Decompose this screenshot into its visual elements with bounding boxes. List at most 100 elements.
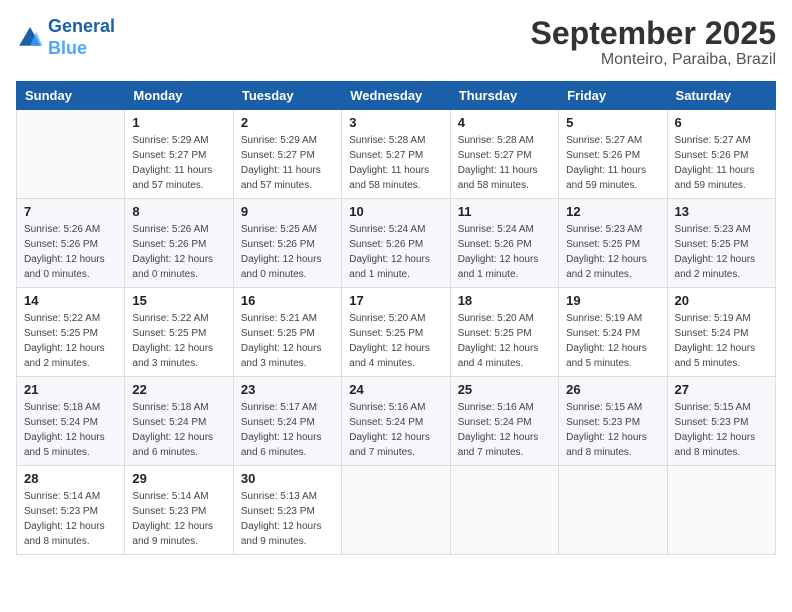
day-info: Sunrise: 5:23 AM Sunset: 5:25 PM Dayligh… bbox=[675, 222, 768, 282]
calendar-cell: 28Sunrise: 5:14 AM Sunset: 5:23 PM Dayli… bbox=[17, 466, 125, 555]
calendar-cell: 25 Sunrise: 5:16 AM Sunset: 5:24 PM Dayli… bbox=[450, 377, 558, 466]
day-info: Sunrise: 5:20 AM Sunset: 5:25 PM Dayligh… bbox=[349, 311, 442, 371]
logo-text: General Blue bbox=[48, 16, 115, 59]
day-info: Sunrise: 5:15 AM Sunset: 5:23 PM Dayligh… bbox=[566, 400, 659, 460]
day-info: Sunrise: 5:26 AM Sunset: 5:26 PM Dayligh… bbox=[132, 222, 225, 282]
logo-icon bbox=[16, 24, 44, 52]
day-number: 29 bbox=[132, 471, 225, 486]
weekday-header-tuesday: Tuesday bbox=[233, 82, 341, 110]
day-info: Sunrise: 5:26 AM Sunset: 5:26 PM Dayligh… bbox=[24, 222, 117, 282]
week-row-3: 14 Sunrise: 5:22 AM Sunset: 5:25 PM Dayli… bbox=[17, 288, 776, 377]
calendar-cell: 15Sunrise: 5:22 AM Sunset: 5:25 PM Dayli… bbox=[125, 288, 233, 377]
day-number: 19 bbox=[566, 293, 659, 308]
calendar-cell: 29Sunrise: 5:14 AM Sunset: 5:23 PM Dayli… bbox=[125, 466, 233, 555]
calendar-cell: 9 Sunrise: 5:25 AM Sunset: 5:26 PM Daylig… bbox=[233, 199, 341, 288]
calendar-cell: 10 Sunrise: 5:24 AM Sunset: 5:26 PM Dayli… bbox=[342, 199, 450, 288]
day-number: 1 bbox=[132, 115, 225, 130]
calendar-cell bbox=[342, 466, 450, 555]
logo-line1: General bbox=[48, 16, 115, 36]
weekday-header-sunday: Sunday bbox=[17, 82, 125, 110]
calendar-cell: 3 Sunrise: 5:28 AM Sunset: 5:27 PM Daylig… bbox=[342, 110, 450, 199]
day-number: 23 bbox=[241, 382, 334, 397]
weekday-header-saturday: Saturday bbox=[667, 82, 775, 110]
day-number: 30 bbox=[241, 471, 334, 486]
day-info: Sunrise: 5:16 AM Sunset: 5:24 PM Dayligh… bbox=[349, 400, 442, 460]
calendar-cell: 11Sunrise: 5:24 AM Sunset: 5:26 PM Dayli… bbox=[450, 199, 558, 288]
calendar-cell: 22 Sunrise: 5:18 AM Sunset: 5:24 PM Dayli… bbox=[125, 377, 233, 466]
day-info: Sunrise: 5:24 AM Sunset: 5:26 PM Dayligh… bbox=[349, 222, 442, 282]
day-number: 3 bbox=[349, 115, 442, 130]
day-number: 27 bbox=[675, 382, 768, 397]
calendar-cell: 13 Sunrise: 5:23 AM Sunset: 5:25 PM Dayli… bbox=[667, 199, 775, 288]
day-info: Sunrise: 5:13 AM Sunset: 5:23 PM Dayligh… bbox=[241, 489, 334, 549]
calendar-cell: 18 Sunrise: 5:20 AM Sunset: 5:25 PM Dayli… bbox=[450, 288, 558, 377]
calendar-cell: 6 Sunrise: 5:27 AM Sunset: 5:26 PM Daylig… bbox=[667, 110, 775, 199]
day-info: Sunrise: 5:18 AM Sunset: 5:24 PM Dayligh… bbox=[24, 400, 117, 460]
calendar-cell bbox=[17, 110, 125, 199]
day-info: Sunrise: 5:23 AM Sunset: 5:25 PM Dayligh… bbox=[566, 222, 659, 282]
calendar-cell: 12 Sunrise: 5:23 AM Sunset: 5:25 PM Dayli… bbox=[559, 199, 667, 288]
day-info: Sunrise: 5:24 AM Sunset: 5:26 PM Dayligh… bbox=[458, 222, 551, 282]
calendar-cell: 23 Sunrise: 5:17 AM Sunset: 5:24 PM Dayli… bbox=[233, 377, 341, 466]
calendar-cell: 30 Sunrise: 5:13 AM Sunset: 5:23 PM Dayli… bbox=[233, 466, 341, 555]
day-number: 18 bbox=[458, 293, 551, 308]
day-info: Sunrise: 5:19 AM Sunset: 5:24 PM Dayligh… bbox=[675, 311, 768, 371]
logo: General Blue bbox=[16, 16, 115, 59]
day-number: 9 bbox=[241, 204, 334, 219]
calendar-cell: 20 Sunrise: 5:19 AM Sunset: 5:24 PM Dayli… bbox=[667, 288, 775, 377]
day-number: 15 bbox=[132, 293, 225, 308]
day-number: 10 bbox=[349, 204, 442, 219]
day-info: Sunrise: 5:28 AM Sunset: 5:27 PM Dayligh… bbox=[349, 133, 442, 193]
day-number: 13 bbox=[675, 204, 768, 219]
day-info: Sunrise: 5:15 AM Sunset: 5:23 PM Dayligh… bbox=[675, 400, 768, 460]
page-header: General Blue September 2025 Monteiro, Pa… bbox=[16, 16, 776, 69]
calendar-table: SundayMondayTuesdayWednesdayThursdayFrid… bbox=[16, 81, 776, 555]
day-info: Sunrise: 5:27 AM Sunset: 5:26 PM Dayligh… bbox=[566, 133, 659, 193]
day-info: Sunrise: 5:16 AM Sunset: 5:24 PM Dayligh… bbox=[458, 400, 551, 460]
day-number: 25 bbox=[458, 382, 551, 397]
day-number: 24 bbox=[349, 382, 442, 397]
day-info: Sunrise: 5:19 AM Sunset: 5:24 PM Dayligh… bbox=[566, 311, 659, 371]
day-number: 5 bbox=[566, 115, 659, 130]
week-row-5: 28Sunrise: 5:14 AM Sunset: 5:23 PM Dayli… bbox=[17, 466, 776, 555]
day-info: Sunrise: 5:18 AM Sunset: 5:24 PM Dayligh… bbox=[132, 400, 225, 460]
week-row-1: 1 Sunrise: 5:29 AM Sunset: 5:27 PM Daylig… bbox=[17, 110, 776, 199]
day-number: 22 bbox=[132, 382, 225, 397]
day-info: Sunrise: 5:27 AM Sunset: 5:26 PM Dayligh… bbox=[675, 133, 768, 193]
calendar-cell: 8Sunrise: 5:26 AM Sunset: 5:26 PM Daylig… bbox=[125, 199, 233, 288]
day-number: 14 bbox=[24, 293, 117, 308]
weekday-header-monday: Monday bbox=[125, 82, 233, 110]
day-info: Sunrise: 5:21 AM Sunset: 5:25 PM Dayligh… bbox=[241, 311, 334, 371]
day-info: Sunrise: 5:28 AM Sunset: 5:27 PM Dayligh… bbox=[458, 133, 551, 193]
day-number: 16 bbox=[241, 293, 334, 308]
title-block: September 2025 Monteiro, Paraiba, Brazil bbox=[531, 16, 776, 69]
month-title: September 2025 bbox=[531, 16, 776, 51]
day-number: 20 bbox=[675, 293, 768, 308]
day-number: 12 bbox=[566, 204, 659, 219]
day-number: 28 bbox=[24, 471, 117, 486]
calendar-cell: 16 Sunrise: 5:21 AM Sunset: 5:25 PM Dayli… bbox=[233, 288, 341, 377]
calendar-cell bbox=[667, 466, 775, 555]
day-number: 2 bbox=[241, 115, 334, 130]
calendar-cell: 7 Sunrise: 5:26 AM Sunset: 5:26 PM Daylig… bbox=[17, 199, 125, 288]
calendar-cell: 26Sunrise: 5:15 AM Sunset: 5:23 PM Dayli… bbox=[559, 377, 667, 466]
calendar-cell: 17Sunrise: 5:20 AM Sunset: 5:25 PM Dayli… bbox=[342, 288, 450, 377]
weekday-header-thursday: Thursday bbox=[450, 82, 558, 110]
location: Monteiro, Paraiba, Brazil bbox=[531, 51, 776, 69]
calendar-cell: 1Sunrise: 5:29 AM Sunset: 5:27 PM Daylig… bbox=[125, 110, 233, 199]
day-number: 6 bbox=[675, 115, 768, 130]
calendar-cell: 24 Sunrise: 5:16 AM Sunset: 5:24 PM Dayli… bbox=[342, 377, 450, 466]
logo-line2: Blue bbox=[48, 38, 87, 58]
day-info: Sunrise: 5:20 AM Sunset: 5:25 PM Dayligh… bbox=[458, 311, 551, 371]
day-info: Sunrise: 5:25 AM Sunset: 5:26 PM Dayligh… bbox=[241, 222, 334, 282]
day-info: Sunrise: 5:22 AM Sunset: 5:25 PM Dayligh… bbox=[24, 311, 117, 371]
week-row-4: 21Sunrise: 5:18 AM Sunset: 5:24 PM Dayli… bbox=[17, 377, 776, 466]
calendar-cell bbox=[559, 466, 667, 555]
calendar-cell: 2 Sunrise: 5:29 AM Sunset: 5:27 PM Daylig… bbox=[233, 110, 341, 199]
day-number: 7 bbox=[24, 204, 117, 219]
weekday-header-row: SundayMondayTuesdayWednesdayThursdayFrid… bbox=[17, 82, 776, 110]
calendar-cell: 5 Sunrise: 5:27 AM Sunset: 5:26 PM Daylig… bbox=[559, 110, 667, 199]
day-info: Sunrise: 5:17 AM Sunset: 5:24 PM Dayligh… bbox=[241, 400, 334, 460]
calendar-cell: 14 Sunrise: 5:22 AM Sunset: 5:25 PM Dayli… bbox=[17, 288, 125, 377]
day-info: Sunrise: 5:29 AM Sunset: 5:27 PM Dayligh… bbox=[241, 133, 334, 193]
